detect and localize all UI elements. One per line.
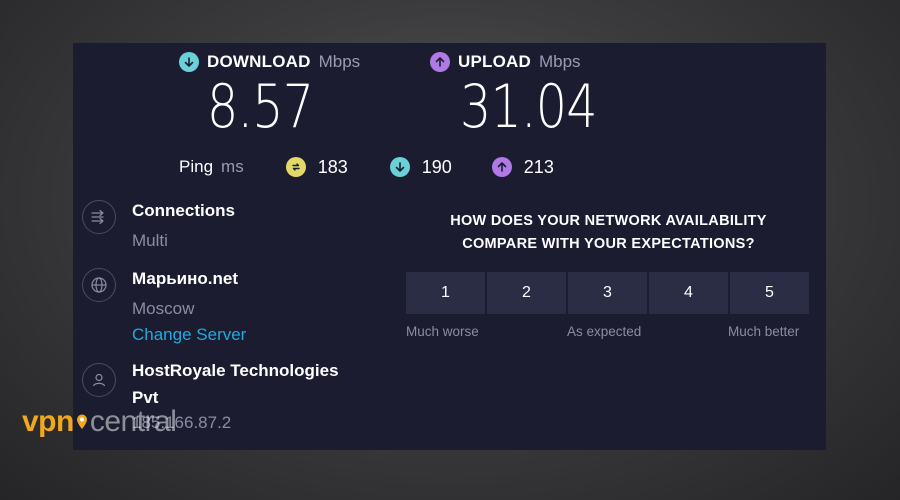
ping-download: 190 (389, 156, 452, 178)
ping-upload: 213 (491, 156, 554, 178)
rating-option-1[interactable]: 1 (406, 272, 485, 314)
rating-option-5[interactable]: 5 (730, 272, 809, 314)
rating-low-label: Much worse (406, 324, 479, 339)
upload-unit: Mbps (538, 52, 581, 71)
provider-name-line1: HostRoyale Technologies (132, 361, 339, 380)
upload-value: 31.04 (460, 72, 598, 142)
globe-icon (82, 268, 116, 302)
rating-option-3[interactable]: 3 (568, 272, 647, 314)
download-metric: DOWNLOAD Mbps 8.57 (179, 51, 360, 137)
download-label: DOWNLOAD (207, 52, 311, 71)
arrow-up-circle-icon (430, 52, 450, 72)
change-server-link[interactable]: Change Server (132, 325, 372, 345)
connections-title: Connections (132, 201, 235, 220)
ping-upload-value: 213 (523, 156, 554, 177)
location-pin-icon (76, 414, 87, 429)
rating-high-label: Much better (728, 324, 800, 339)
ping-idle-value: 183 (317, 156, 348, 177)
ping-row: Ping ms 183 190 213 (179, 155, 554, 179)
ping-label: Ping (179, 157, 214, 176)
survey-question-line1: HOW DOES YOUR NETWORK AVAILABILITY (450, 213, 767, 229)
watermark-brand-vpn: vpn (22, 405, 74, 438)
survey-question-line2: COMPARE WITH YOUR EXPECTATIONS? (462, 236, 755, 252)
survey-question: HOW DOES YOUR NETWORK AVAILABILITY COMPA… (406, 210, 811, 256)
connections-icon (82, 200, 116, 234)
user-icon (82, 363, 116, 397)
speedtest-panel: DOWNLOAD Mbps 8.57 UPLOAD Mbps 31.04 Pin… (73, 43, 826, 450)
upload-label: UPLOAD (458, 52, 531, 71)
watermark-brand-central: central (89, 405, 177, 438)
rating-scale: 1 2 3 4 5 (406, 272, 809, 314)
server-name: Марьино.net (132, 269, 238, 288)
rating-mid-label: As expected (567, 324, 642, 339)
watermark-logo: vpn central (22, 405, 177, 439)
download-value: 8.57 (207, 72, 314, 142)
rating-option-4[interactable]: 4 (649, 272, 728, 314)
download-unit: Mbps (318, 52, 361, 71)
arrow-down-circle-icon (179, 52, 199, 72)
connections-value: Multi (132, 231, 168, 250)
upload-metric: UPLOAD Mbps 31.04 (430, 51, 627, 137)
ping-idle: 183 (285, 156, 348, 178)
arrow-down-circle-icon (389, 157, 410, 177)
server-location: Moscow (132, 299, 195, 318)
ping-idle-icon (285, 157, 306, 177)
rating-option-2[interactable]: 2 (487, 272, 566, 314)
arrow-up-circle-icon (491, 157, 512, 177)
ping-download-value: 190 (421, 156, 452, 177)
ping-unit: ms (221, 157, 244, 176)
